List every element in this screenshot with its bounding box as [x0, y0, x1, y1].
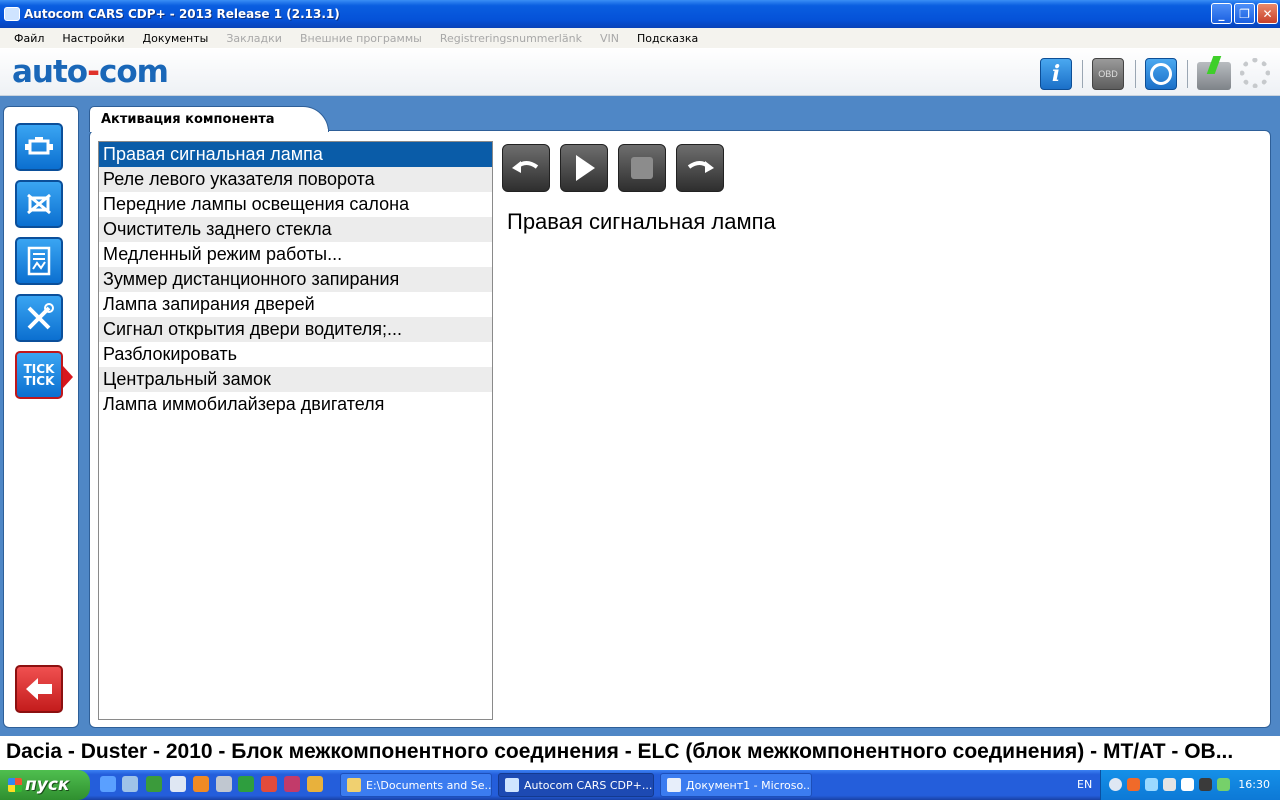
utorrent-icon[interactable]: [238, 776, 254, 792]
play-icon[interactable]: [560, 144, 608, 192]
app-icon: [4, 7, 20, 21]
windows-flag-icon: [8, 778, 22, 792]
autocom-logo: auto-com: [12, 54, 169, 90]
close-button[interactable]: ✕: [1257, 3, 1278, 24]
component-list[interactable]: Правая сигнальная лампа Реле левого указа…: [98, 141, 493, 720]
tray-app-icon[interactable]: [1127, 778, 1140, 791]
menu-file[interactable]: Файл: [0, 32, 53, 45]
volume-icon[interactable]: [1181, 778, 1194, 791]
info-icon[interactable]: i: [1040, 58, 1072, 90]
component-list-item[interactable]: Передние лампы освещения салона: [99, 192, 492, 217]
left-navigation: TICK TICK: [3, 106, 79, 728]
undo-icon[interactable]: [502, 144, 550, 192]
start-label: пуск: [25, 775, 70, 795]
start-button[interactable]: пуск: [0, 770, 90, 800]
minimize-button[interactable]: _: [1211, 3, 1232, 24]
component-list-item[interactable]: Реле левого указателя поворота: [99, 167, 492, 192]
task-label: E:\Documents and Se...: [366, 778, 492, 792]
toolbar-separator: [1187, 60, 1188, 88]
desktop-icon[interactable]: [122, 776, 138, 792]
component-list-item[interactable]: Очиститель заднего стекла: [99, 217, 492, 242]
system-tray: 16:30: [1100, 770, 1280, 800]
app-icon-quick[interactable]: [216, 776, 232, 792]
component-list-item[interactable]: Центральный замок: [99, 367, 492, 392]
save-icon[interactable]: [284, 776, 300, 792]
component-list-item[interactable]: Разблокировать: [99, 342, 492, 367]
component-list-item[interactable]: Правая сигнальная лампа: [99, 142, 492, 167]
windows-taskbar: пуск E:\Documents and Se... Autocom CARS…: [0, 770, 1280, 800]
tick-tick-icon[interactable]: TICK TICK: [15, 351, 73, 399]
component-list-item[interactable]: Зуммер дистанционного запирания: [99, 267, 492, 292]
clear-fault-icon[interactable]: [15, 180, 63, 228]
toolbar-separator: [1135, 60, 1136, 88]
obd-icon[interactable]: OBD: [1092, 58, 1124, 90]
task-word[interactable]: Документ1 - Microso...: [660, 773, 812, 797]
tab-underline-cover: [90, 129, 328, 132]
tools-icon[interactable]: [15, 294, 63, 342]
safely-remove-icon[interactable]: [1217, 778, 1230, 791]
window-title-bar[interactable]: Autocom CARS CDP+ - 2013 Release 1 (2.13…: [0, 0, 1280, 28]
component-list-item[interactable]: Сигнал открытия двери водителя;...: [99, 317, 492, 342]
clock: 16:30: [1238, 778, 1270, 791]
toolbar-separator: [1082, 60, 1083, 88]
menu-bar: Файл Настройки Документы Закладки Внешни…: [0, 28, 1280, 48]
chrome-icon[interactable]: [261, 776, 277, 792]
logo-part-left: auto: [12, 54, 88, 90]
folder-icon: [347, 778, 361, 792]
logo-part-right: com: [98, 54, 169, 90]
word-icon[interactable]: [170, 776, 186, 792]
signal-icon[interactable]: [1145, 778, 1158, 791]
tray-back-icon[interactable]: [1109, 778, 1122, 791]
menu-bookmarks: Закладки: [226, 31, 282, 45]
back-arrow-icon[interactable]: [15, 665, 63, 713]
maximize-button[interactable]: ❐: [1234, 3, 1255, 24]
ie-icon[interactable]: [100, 776, 116, 792]
menu-documents[interactable]: Документы: [134, 32, 218, 45]
task-autocom[interactable]: Autocom CARS CDP+...: [498, 773, 654, 797]
component-list-item[interactable]: Лампа запирания дверей: [99, 292, 492, 317]
battery-tray-icon[interactable]: [1199, 778, 1212, 791]
stop-icon[interactable]: [618, 144, 666, 192]
car-icon: [505, 778, 519, 792]
tool-icon[interactable]: [307, 776, 323, 792]
battery-icon[interactable]: [1197, 62, 1231, 90]
menu-registration-link: Registreringsnummerlänk: [439, 31, 582, 45]
window-title: Autocom CARS CDP+ - 2013 Release 1 (2.13…: [24, 7, 340, 21]
vehicle-status-line: Dacia - Duster - 2010 - Блок межкомпонен…: [0, 736, 1280, 768]
component-list-item[interactable]: Медленный режим работы...: [99, 242, 492, 267]
component-list-item[interactable]: Лампа иммобилайзера двигателя: [99, 392, 492, 417]
datasheet-icon[interactable]: [15, 237, 63, 285]
menu-external-programs: Внешние программы: [299, 31, 422, 45]
excel-icon[interactable]: [146, 776, 162, 792]
spinner-icon: [1240, 58, 1270, 88]
word-doc-icon: [667, 778, 681, 792]
menu-help[interactable]: Подсказка: [628, 32, 707, 45]
firefox-icon[interactable]: [193, 776, 209, 792]
engine-icon[interactable]: [15, 123, 63, 171]
task-label: Документ1 - Microso...: [686, 778, 812, 792]
redo-icon[interactable]: [676, 144, 724, 192]
logo-dash: -: [87, 54, 100, 90]
selected-component-title: Правая сигнальная лампа: [507, 209, 776, 234]
menu-vin: VIN: [599, 31, 619, 45]
language-indicator[interactable]: EN: [1077, 778, 1092, 791]
task-label: Autocom CARS CDP+...: [524, 778, 653, 792]
tick-label-2: TICK: [23, 374, 55, 388]
menu-settings[interactable]: Настройки: [53, 32, 133, 45]
header-toolbar: auto-com i OBD: [0, 48, 1280, 96]
help-icon[interactable]: [1145, 58, 1177, 90]
task-explorer[interactable]: E:\Documents and Se...: [340, 773, 492, 797]
network-icon[interactable]: [1163, 778, 1176, 791]
